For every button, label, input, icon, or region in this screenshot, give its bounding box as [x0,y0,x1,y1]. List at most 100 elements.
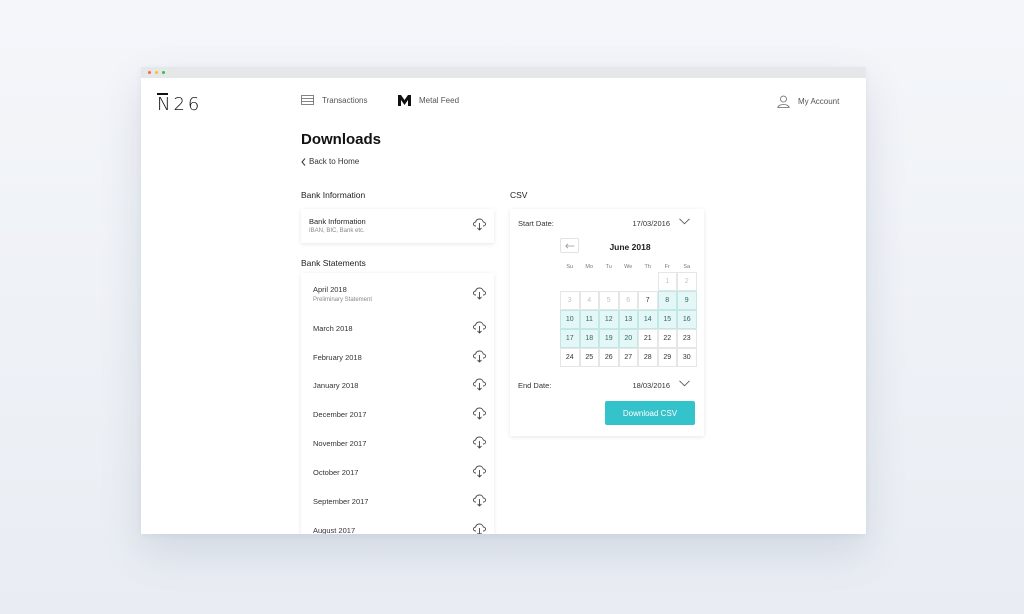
calendar-day[interactable]: 4 [579,291,599,310]
csv-heading: CSV [510,190,528,200]
calendar-day[interactable]: 21 [638,329,658,348]
statement-label: November 2017 [313,439,367,448]
statement-row[interactable]: December 2017 [301,400,494,429]
cloud-download-icon[interactable] [473,378,486,391]
statement-row[interactable]: November 2017 [301,429,494,458]
calendar-day[interactable]: 15 [657,310,677,329]
cloud-download-icon[interactable] [473,523,486,534]
calendar-day[interactable]: 7 [638,291,658,310]
calendar-day[interactable]: 25 [579,348,599,367]
calendar-day[interactable]: 11 [579,310,599,329]
back-link-label: Back to Home [309,157,360,166]
weekday-label: We [624,264,633,270]
calendar-day[interactable]: 2 [677,272,697,291]
bank-info-heading: Bank Information [301,190,366,200]
n26-logo[interactable]: N26 [157,93,203,115]
statement-label: January 2018 [313,381,359,390]
cloud-download-icon[interactable] [473,494,486,507]
bank-statements-heading: Bank Statements [301,258,366,268]
calendar-day[interactable]: 23 [677,329,697,348]
window-titlebar [141,67,866,78]
chevron-down-icon[interactable] [679,218,690,225]
calendar-day[interactable]: 29 [657,348,677,367]
cloud-download-icon[interactable] [473,287,486,300]
calendar-day[interactable]: 10 [560,310,580,329]
end-date-value: 18/03/2016 [632,381,670,390]
app-window: N26 Transactions Metal Feed My Account D… [141,67,866,534]
weekday-label: Mo [585,264,594,270]
calendar-day[interactable]: 6 [618,291,638,310]
calendar-month-title: June 2018 [609,242,651,252]
calendar-day[interactable]: 24 [560,348,580,367]
back-to-home-link[interactable]: Back to Home [301,157,359,166]
calendar-day[interactable]: 22 [657,329,677,348]
calendar-day[interactable]: 19 [599,329,619,348]
start-date-value: 17/03/2016 [632,219,670,228]
calendar-day[interactable]: 26 [599,348,619,367]
statement-label: October 2017 [313,468,359,477]
close-window-dot[interactable] [148,71,151,74]
calendar-day[interactable]: 16 [677,310,697,329]
statement-row[interactable]: January 2018 [301,371,494,400]
calendar-day[interactable]: 28 [638,348,658,367]
statement-label: September 2017 [313,497,369,506]
weekday-label: Su [566,264,574,270]
cloud-download-icon[interactable] [473,350,486,363]
statement-label: March 2018 [313,324,353,333]
calendar-day[interactable]: 13 [618,310,638,329]
chevron-left-icon [301,157,306,166]
bank-info-subtitle: IBAN, BIC, Bank etc. [309,228,365,234]
calendar-day[interactable]: 18 [579,329,599,348]
logo-bar [157,93,168,95]
end-date-field[interactable]: End Date: 18/03/2016 [518,380,698,390]
statement-row[interactable]: February 2018 [301,343,494,372]
calendar-day[interactable]: 1 [657,272,677,291]
calendar-day[interactable]: 9 [677,291,697,310]
csv-card: Start Date: 17/03/2016 June 2018 End Dat… [510,209,704,436]
metal-m-icon [398,95,411,106]
statement-label: April 2018 [313,285,347,294]
weekday-label: Tu [605,264,612,270]
nav-transactions[interactable]: Transactions [301,95,368,105]
statement-label: December 2017 [313,410,367,419]
calendar-day[interactable]: 8 [657,291,677,310]
nav-my-account[interactable]: My Account [777,95,839,108]
calendar-day[interactable]: 12 [599,310,619,329]
nav-metal-feed[interactable]: Metal Feed [398,95,459,106]
nav-my-account-label: My Account [798,97,840,106]
cloud-download-icon[interactable] [473,465,486,478]
calendar-day[interactable]: 20 [618,329,638,348]
cloud-download-icon[interactable] [473,321,486,334]
start-date-field[interactable]: Start Date: 17/03/2016 [518,218,698,228]
weekday-label: Sa [683,264,691,270]
cloud-download-icon[interactable] [473,218,486,231]
calendar-day[interactable]: 27 [618,348,638,367]
bank-info-card[interactable]: Bank Information IBAN, BIC, Bank etc. [301,209,494,243]
minimize-window-dot[interactable] [155,71,158,74]
transactions-icon [301,95,314,105]
logo-text: N26 [157,94,203,115]
statement-row[interactable]: April 2018 Preliminary Statement [301,273,494,303]
statement-row[interactable]: September 2017 [301,487,494,516]
cloud-download-icon[interactable] [473,407,486,420]
statement-sub: Preliminary Statement [313,297,373,303]
calendar-day[interactable]: 17 [560,329,580,348]
start-date-label: Start Date: [518,219,554,228]
calendar-day[interactable]: 14 [638,310,658,329]
bank-info-title: Bank Information [309,217,366,226]
calendar-day[interactable]: 30 [677,348,697,367]
weekday-label: Th [644,264,651,270]
maximize-window-dot[interactable] [162,71,165,74]
weekday-label: Fr [664,264,670,270]
statement-label: August 2017 [313,526,356,534]
statement-row[interactable]: October 2017 [301,458,494,487]
statement-row[interactable]: August 2017 [301,516,494,534]
calendar-day[interactable]: 3 [560,291,580,310]
chevron-down-icon[interactable] [679,380,690,387]
calendar-day[interactable]: 5 [599,291,619,310]
nav-transactions-label: Transactions [322,95,368,105]
statement-row[interactable]: March 2018 [301,314,494,343]
download-csv-button[interactable]: Download CSV [605,401,695,425]
end-date-label: End Date: [518,381,552,390]
cloud-download-icon[interactable] [473,436,486,449]
